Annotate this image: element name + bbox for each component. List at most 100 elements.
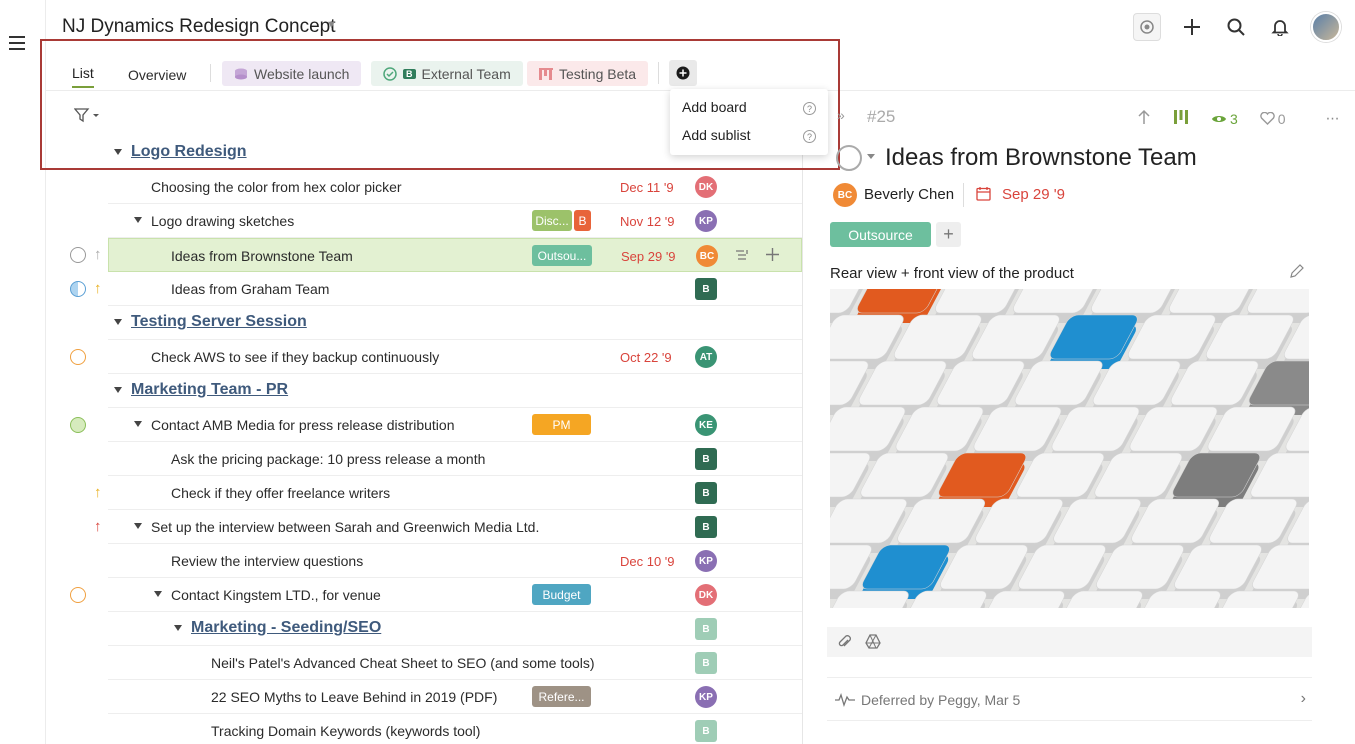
chevron-right-icon[interactable]: › — [1301, 690, 1306, 708]
section-row[interactable]: Testing Server Session — [108, 306, 802, 340]
assignee-avatar[interactable]: AT — [695, 346, 717, 368]
collapse-caret-icon[interactable] — [134, 421, 142, 427]
collapse-panel-icon[interactable]: » — [837, 107, 845, 123]
due-date[interactable]: Dec 11 '9 — [620, 180, 674, 195]
chevron-down-icon[interactable] — [867, 154, 875, 159]
more-icon[interactable]: ⋯ — [1326, 110, 1342, 127]
task-title[interactable]: Ideas from Brownstone Team — [885, 144, 1197, 172]
assignee-avatar[interactable]: B — [695, 278, 717, 300]
task-row[interactable]: 22 SEO Myths to Leave Behind in 2019 (PD… — [108, 680, 802, 714]
task-row[interactable]: Choosing the color from hex color picker… — [108, 170, 802, 204]
add-tag-button[interactable]: + — [936, 222, 961, 247]
pencil-icon[interactable] — [1289, 264, 1304, 284]
assignee-avatar[interactable]: KP — [695, 210, 717, 232]
paperclip-icon[interactable] — [837, 634, 852, 655]
assignee-avatar[interactable]: B — [695, 448, 717, 470]
assignee-avatar[interactable]: B — [695, 652, 717, 674]
task-row[interactable]: Contact AMB Media for press release dist… — [108, 408, 802, 442]
assignee-avatar[interactable]: B — [695, 516, 717, 538]
due-date[interactable]: Sep 29 '9 — [621, 249, 676, 264]
task-row[interactable]: Contact Kingstem LTD., for venue Budget … — [108, 578, 802, 612]
section-row[interactable]: Marketing - Seeding/SEO B — [108, 612, 802, 646]
owner-avatar[interactable]: BC — [833, 183, 857, 207]
task-title[interactable]: 22 SEO Myths to Leave Behind in 2019 (PD… — [211, 689, 497, 705]
priority-arrow-icon[interactable]: ↑ — [94, 280, 102, 297]
tag[interactable]: Outsou... — [532, 245, 592, 266]
subtask-icon[interactable] — [735, 248, 749, 267]
drive-icon[interactable] — [865, 634, 881, 654]
tag[interactable]: PM — [532, 414, 591, 435]
task-title[interactable]: Logo drawing sketches — [151, 213, 294, 229]
status-clock-icon[interactable] — [70, 587, 86, 603]
assignee-avatar[interactable]: KE — [695, 414, 717, 436]
task-row[interactable]: Review the interview questions Dec 10 '9… — [108, 544, 802, 578]
attachment-image[interactable] — [830, 289, 1309, 608]
assignee-avatar[interactable]: DK — [695, 584, 717, 606]
move-up-icon[interactable] — [1137, 109, 1151, 128]
task-row[interactable]: Ask the pricing package: 10 press releas… — [108, 442, 802, 476]
tag[interactable]: Refere... — [532, 686, 591, 707]
assignee-avatar[interactable]: B — [695, 720, 717, 742]
task-row[interactable]: Neil's Patel's Advanced Cheat Sheet to S… — [108, 646, 802, 680]
status-clock-icon[interactable] — [70, 349, 86, 365]
add-icon[interactable] — [765, 247, 780, 267]
section-title[interactable]: Testing Server Session — [131, 313, 307, 331]
task-title[interactable]: Check if they offer freelance writers — [171, 485, 390, 501]
section-title[interactable]: Marketing - Seeding/SEO — [191, 619, 381, 637]
assignee-avatar[interactable]: B — [695, 482, 717, 504]
activity-row[interactable]: Deferred by Peggy, Mar 5 › — [827, 677, 1312, 721]
search-icon[interactable] — [1223, 14, 1249, 40]
due-date[interactable]: Sep 29 '9 — [1002, 186, 1065, 203]
tag[interactable]: Budget — [532, 584, 591, 605]
assignee-avatar[interactable]: BC — [696, 245, 718, 267]
task-row[interactable]: Set up the interview between Sarah and G… — [108, 510, 802, 544]
section-row[interactable]: Marketing Team - PR — [108, 374, 802, 408]
collapse-caret-icon[interactable] — [114, 387, 122, 393]
priority-arrow-icon[interactable]: ↑ — [94, 518, 102, 535]
owner-name[interactable]: Beverly Chen — [864, 186, 954, 203]
add-icon[interactable] — [1179, 14, 1205, 40]
integration-icon[interactable] — [1133, 13, 1161, 41]
status-progress-icon[interactable] — [70, 417, 86, 433]
tag[interactable]: Disc... — [532, 210, 572, 231]
complete-checkbox[interactable] — [836, 145, 862, 171]
assignee-avatar[interactable]: B — [695, 618, 717, 640]
task-title[interactable]: Tracking Domain Keywords (keywords tool) — [211, 723, 480, 739]
task-title[interactable]: Contact AMB Media for press release dist… — [151, 417, 454, 433]
task-title[interactable]: Contact Kingstem LTD., for venue — [171, 587, 381, 603]
calendar-icon[interactable] — [976, 186, 991, 206]
task-title[interactable]: Ideas from Brownstone Team — [171, 248, 353, 264]
collapse-caret-icon[interactable] — [174, 625, 182, 631]
assignee-avatar[interactable]: KP — [695, 686, 717, 708]
assignee-avatar[interactable]: KP — [695, 550, 717, 572]
due-date[interactable]: Nov 12 '9 — [620, 214, 675, 229]
task-title[interactable]: Neil's Patel's Advanced Cheat Sheet to S… — [211, 655, 595, 671]
likes[interactable]: 0 — [1260, 111, 1286, 127]
board-icon[interactable] — [1173, 109, 1189, 128]
task-row-selected[interactable]: Ideas from Brownstone Team Outsou... Sep… — [108, 238, 802, 272]
task-title[interactable]: Ideas from Graham Team — [171, 281, 329, 297]
status-circle-icon[interactable] — [70, 247, 86, 263]
task-title[interactable]: Set up the interview between Sarah and G… — [151, 519, 539, 535]
assignee-avatar[interactable]: DK — [695, 176, 717, 198]
task-row[interactable]: Tracking Domain Keywords (keywords tool)… — [108, 714, 802, 744]
tag[interactable]: B — [574, 210, 591, 231]
watchers[interactable]: 3 — [1211, 111, 1238, 127]
collapse-caret-icon[interactable] — [114, 319, 122, 325]
user-avatar[interactable] — [1311, 12, 1341, 42]
collapse-caret-icon[interactable] — [154, 591, 162, 597]
collapse-caret-icon[interactable] — [134, 217, 142, 223]
task-title[interactable]: Choosing the color from hex color picker — [151, 179, 402, 195]
tag[interactable]: Outsource — [830, 222, 931, 247]
task-row[interactable]: Check AWS to see if they backup continuo… — [108, 340, 802, 374]
priority-arrow-icon[interactable]: ↑ — [94, 246, 102, 263]
bell-icon[interactable] — [1267, 14, 1293, 40]
task-title[interactable]: Check AWS to see if they backup continuo… — [151, 349, 439, 365]
task-row[interactable]: Check if they offer freelance writers B — [108, 476, 802, 510]
priority-arrow-icon[interactable]: ↑ — [94, 484, 102, 501]
status-half-icon[interactable] — [70, 281, 86, 297]
description[interactable]: Rear view + front view of the product — [830, 265, 1074, 282]
chevron-down-icon[interactable]: ▼ — [326, 19, 337, 31]
section-title[interactable]: Marketing Team - PR — [131, 381, 288, 399]
due-date[interactable]: Dec 10 '9 — [620, 554, 675, 569]
